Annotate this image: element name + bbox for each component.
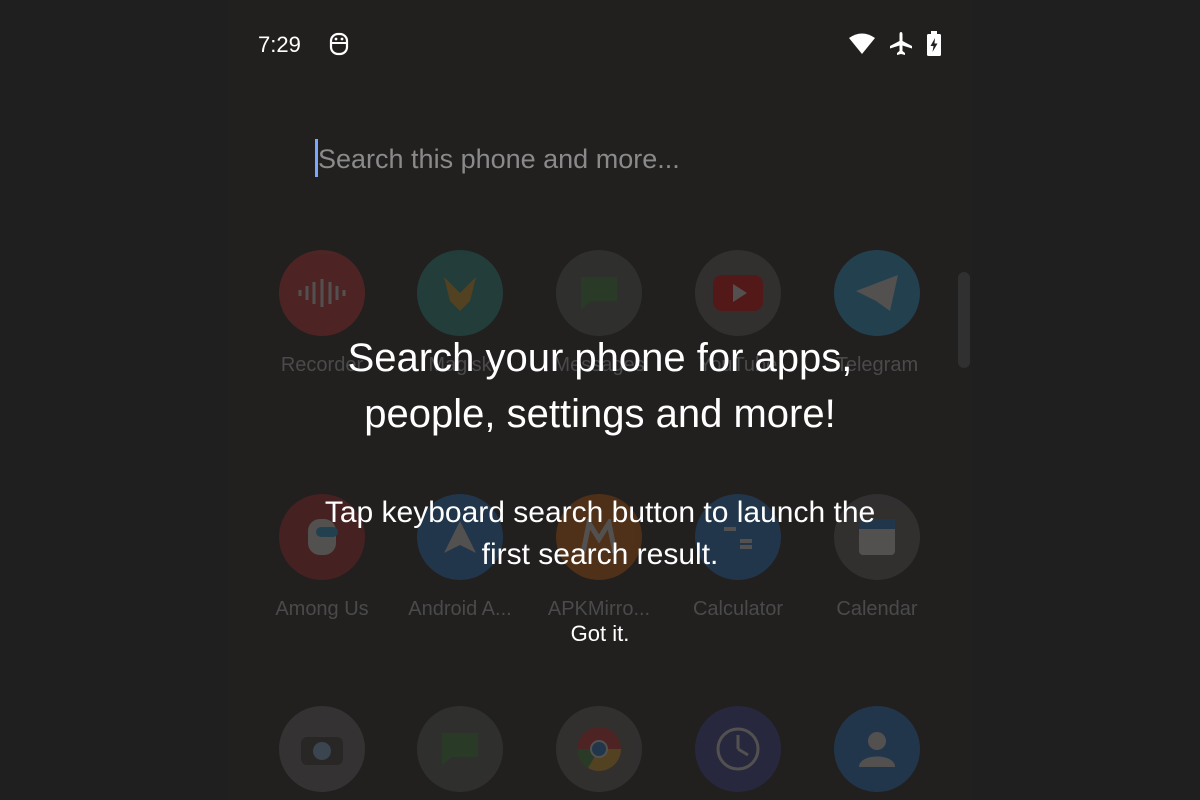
app-label: Android A...: [408, 598, 512, 620]
chat-icon: [556, 250, 642, 336]
app-chrome[interactable]: [539, 706, 659, 792]
app-chat[interactable]: [400, 706, 520, 792]
app-label: Among Us: [275, 598, 369, 620]
person-icon: [834, 706, 920, 792]
paper-plane-icon: [834, 250, 920, 336]
waveform-icon: [279, 250, 365, 336]
app-camera[interactable]: [262, 706, 382, 792]
tutorial-title: Search your phone for apps, people, sett…: [250, 330, 950, 442]
got-it-button[interactable]: Got it.: [540, 612, 660, 656]
mask-icon: [417, 250, 503, 336]
app-contacts[interactable]: [817, 706, 937, 792]
camera-icon: [279, 706, 365, 792]
tutorial-subtitle-line: first search result.: [481, 538, 719, 571]
play-icon: [695, 250, 781, 336]
tutorial-subtitle-line: Tap keyboard search button to launch the: [324, 496, 876, 529]
app-label: Calculator: [692, 598, 784, 620]
app-label: Calendar: [836, 598, 918, 620]
app-clock[interactable]: [678, 706, 798, 792]
tutorial-subtitle: Tap keyboard search button to launch the…: [250, 492, 950, 576]
clock-icon: [695, 706, 781, 792]
chrome-icon: [556, 706, 642, 792]
scrollbar[interactable]: [958, 272, 970, 368]
tutorial-title-line: people, settings and more!: [364, 392, 836, 436]
tutorial-title-line: Search your phone for apps,: [347, 336, 853, 380]
screen: 7:29 Recorder: [0, 0, 1200, 800]
chat-bubbles-icon: [417, 706, 503, 792]
